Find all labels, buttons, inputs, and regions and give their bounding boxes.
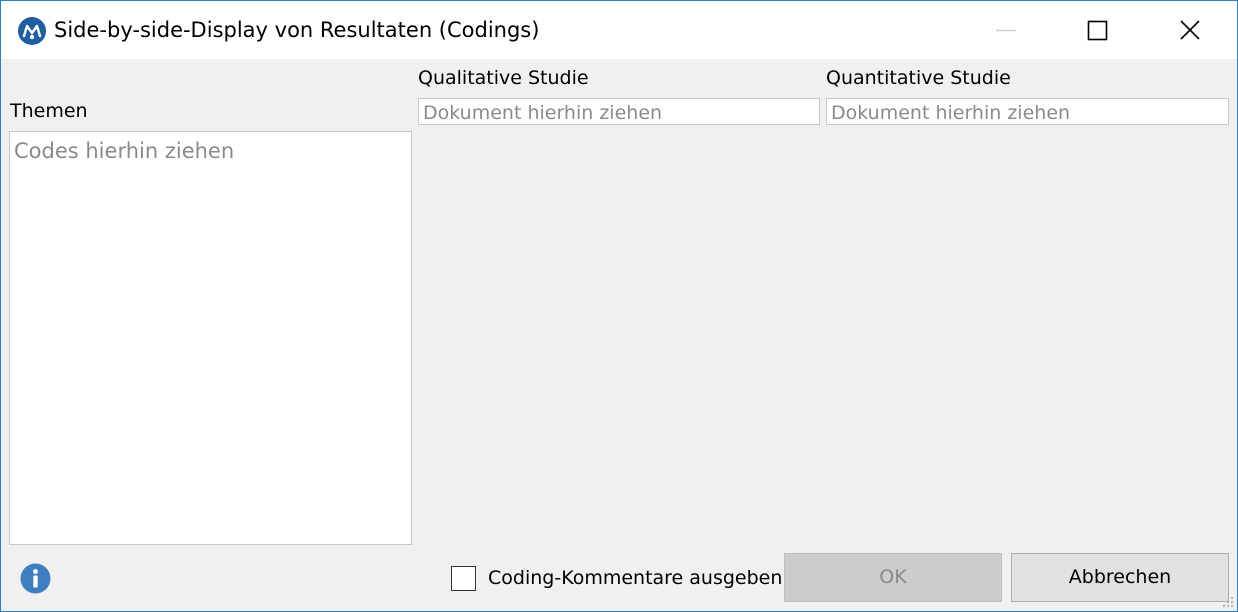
coding-comments-checkbox[interactable] — [451, 566, 476, 591]
cancel-button[interactable]: Abbrechen — [1011, 553, 1229, 602]
maxqda-logo-icon — [18, 17, 46, 45]
codes-placeholder: Codes hierhin ziehen — [14, 139, 235, 163]
maximize-button[interactable] — [1051, 1, 1143, 59]
quantitative-document-drop-field[interactable]: Dokument hierhin ziehen — [826, 98, 1229, 125]
minimize-button[interactable] — [959, 1, 1051, 59]
close-icon — [1180, 20, 1200, 40]
qualitative-document-drop-field[interactable]: Dokument hierhin ziehen — [418, 98, 820, 125]
window-title: Side-by-side-Display von Resultaten (Cod… — [54, 18, 540, 42]
close-button[interactable] — [1143, 1, 1235, 59]
minimize-icon — [996, 29, 1016, 32]
coding-comments-label[interactable]: Coding-Kommentare ausgeben — [488, 567, 782, 589]
quantitative-study-label: Quantitative Studie — [826, 67, 1011, 89]
codes-drop-area[interactable]: Codes hierhin ziehen — [9, 131, 412, 545]
themes-label: Themen — [10, 100, 88, 122]
resize-grip-icon[interactable] — [1221, 595, 1235, 609]
maximize-icon — [1087, 20, 1108, 41]
qualitative-study-label: Qualitative Studie — [418, 67, 589, 89]
dialog-window: Side-by-side-Display von Resultaten (Cod… — [0, 0, 1238, 612]
ok-button[interactable]: OK — [784, 553, 1002, 602]
info-icon[interactable] — [20, 563, 51, 594]
title-bar[interactable]: Side-by-side-Display von Resultaten (Cod… — [1, 1, 1237, 59]
